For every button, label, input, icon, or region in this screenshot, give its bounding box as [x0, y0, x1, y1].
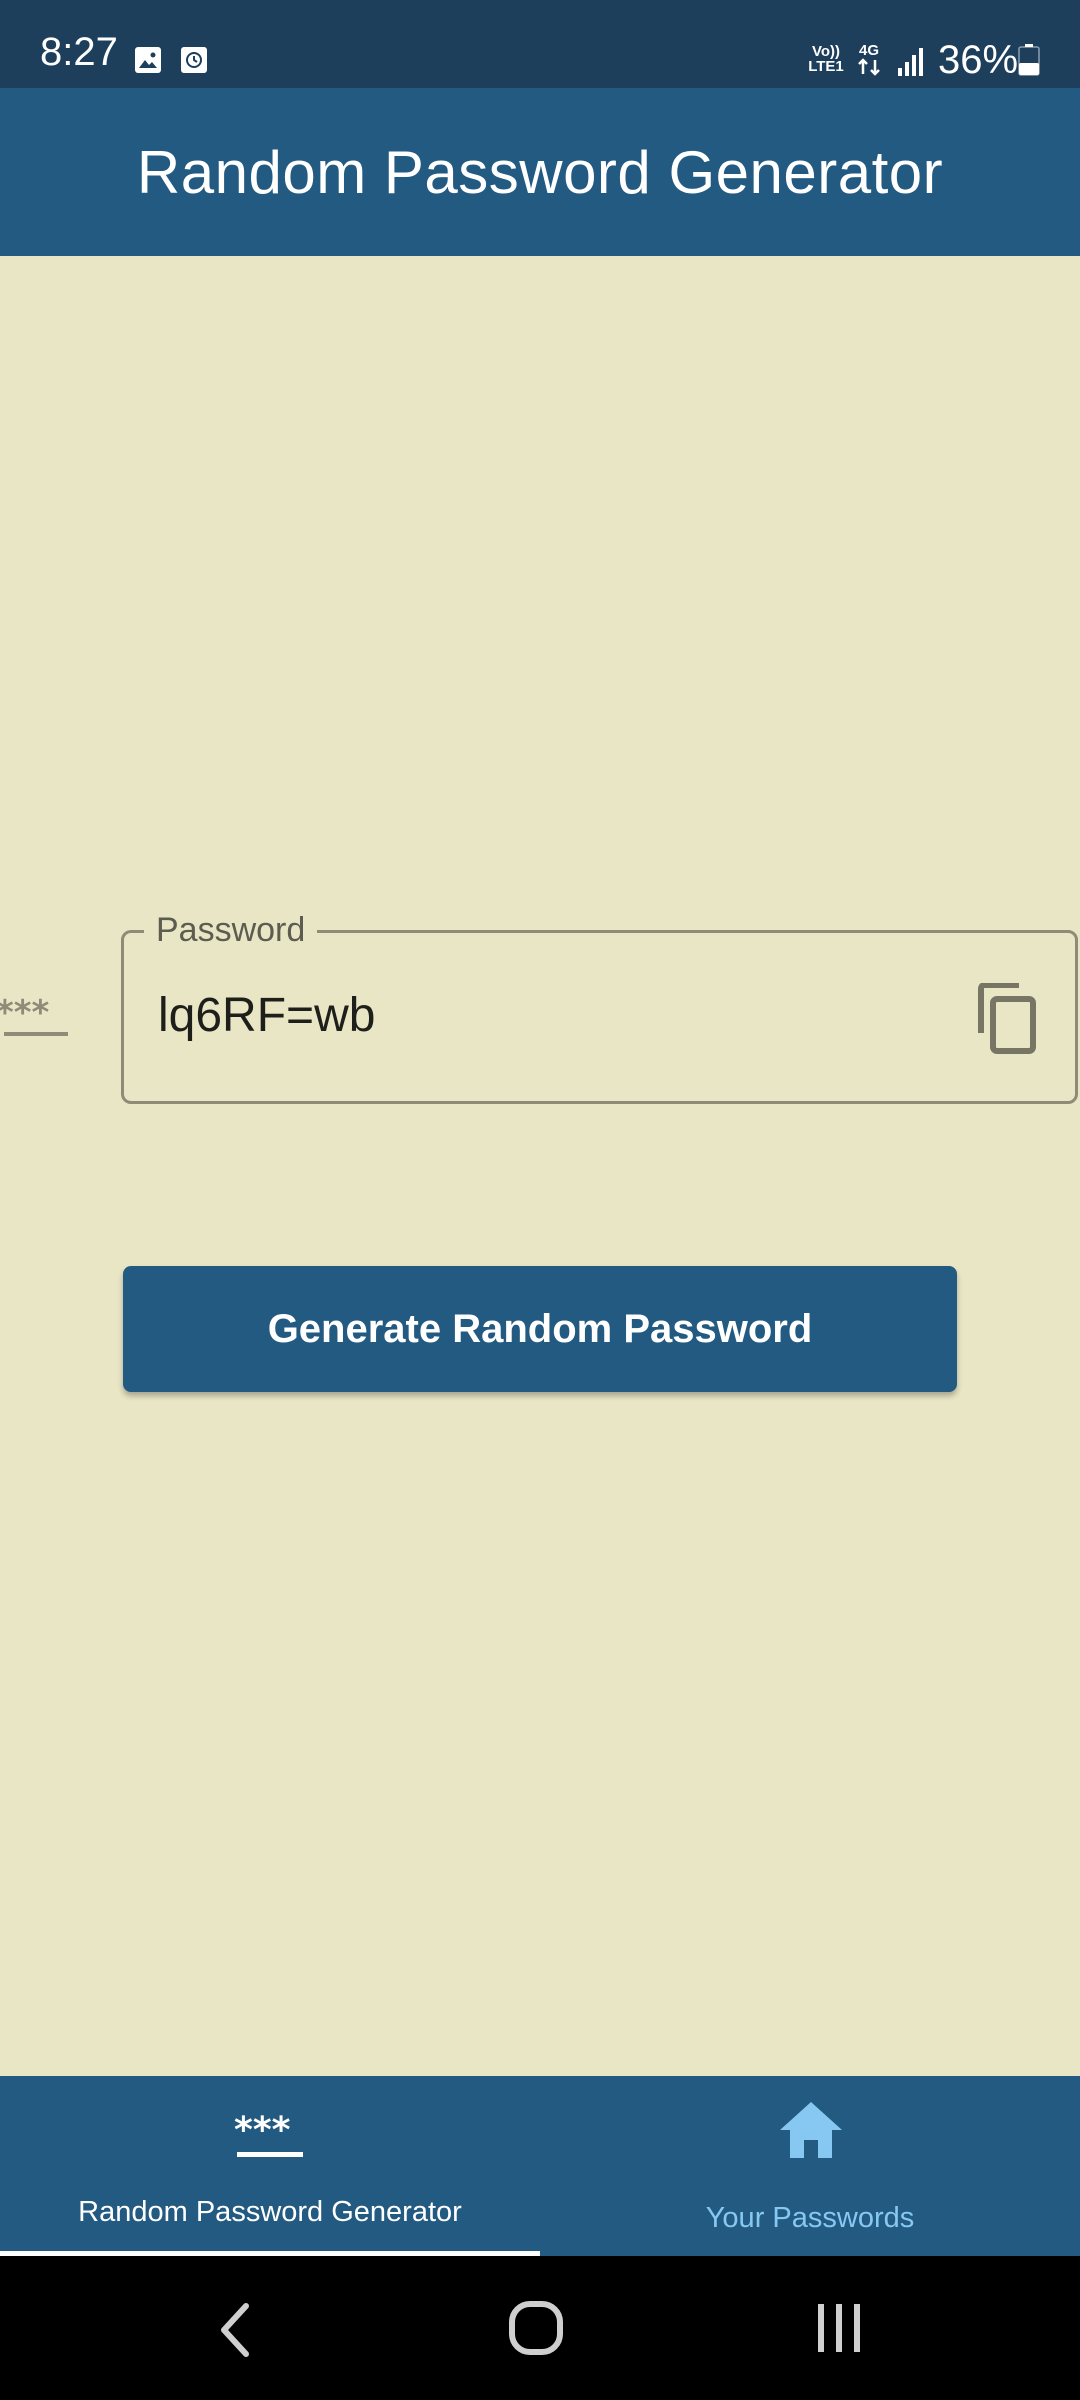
- recents-icon[interactable]: [814, 2300, 864, 2356]
- home-icon: [780, 2102, 842, 2158]
- clock-icon: [181, 47, 207, 73]
- svg-text:***: ***: [0, 994, 50, 1033]
- 4g-data-icon: 4G: [858, 42, 880, 76]
- volte-line-1: Vo)): [811, 43, 841, 60]
- image-icon: [135, 47, 161, 73]
- status-bar: 8:27 Vo)) LTE1 4G 36%: [0, 0, 1080, 88]
- network-type-label: 4G: [859, 42, 879, 59]
- generate-password-button[interactable]: Generate Random Password: [123, 1266, 957, 1392]
- nav-label-random-password-generator: Random Password Generator: [78, 2196, 462, 2228]
- password-stars-icon: ***: [0, 994, 68, 1036]
- bottom-nav: *** Random Password Generator Your Passw…: [0, 2076, 1080, 2256]
- home-circle-icon[interactable]: [508, 2300, 564, 2356]
- nav-label-your-passwords: Your Passwords: [705, 2202, 915, 2234]
- nav-item-random-password-generator[interactable]: *** Random Password Generator: [0, 2076, 540, 2256]
- volte-line-2: LTE1: [808, 58, 844, 75]
- signal-icon: [898, 48, 923, 76]
- battery-icon: [1018, 44, 1040, 76]
- back-icon[interactable]: [214, 2300, 254, 2360]
- app-bar: Random Password Generator: [0, 88, 1080, 256]
- copy-icon[interactable]: [975, 983, 1039, 1055]
- battery-percent: 36%: [938, 38, 1019, 82]
- password-value[interactable]: lq6RF=wb: [158, 987, 375, 1045]
- system-nav-bar: [0, 2256, 1080, 2400]
- status-time: 8:27: [40, 30, 118, 74]
- password-stars-icon: ***: [234, 2110, 303, 2157]
- nav-item-your-passwords[interactable]: Your Passwords: [540, 2076, 1080, 2256]
- password-field[interactable]: Password lq6RF=wb: [121, 903, 1078, 1104]
- password-field-label: Password: [144, 903, 318, 957]
- volte-icon: Vo)) LTE1: [806, 44, 846, 74]
- app-title: Random Password Generator: [136, 138, 944, 206]
- svg-text:***: ***: [234, 2110, 291, 2151]
